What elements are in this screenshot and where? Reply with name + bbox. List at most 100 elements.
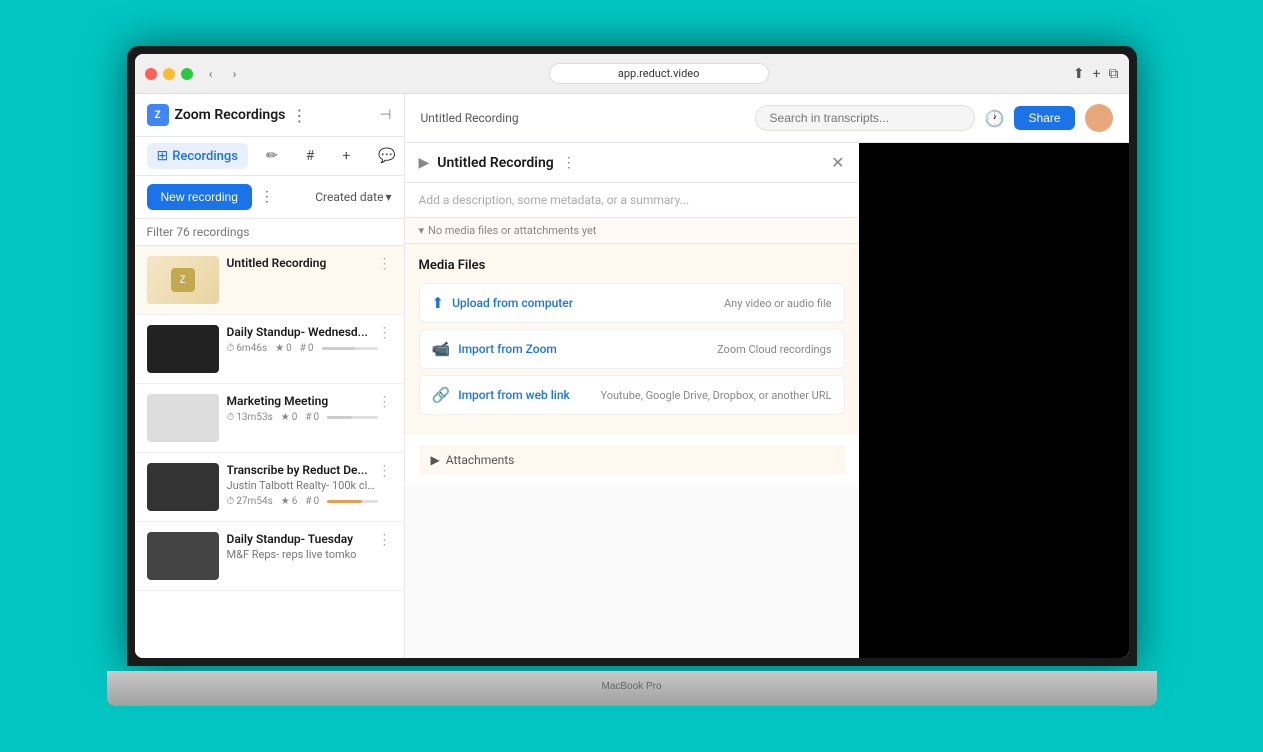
link-icon: 🔗 bbox=[432, 386, 451, 404]
list-item[interactable]: Daily Standup- Wednesd... ⏱ 6m46s ★ 0 # … bbox=[135, 315, 404, 384]
list-item[interactable]: Daily Standup- Tuesday M&F Reps- reps li… bbox=[135, 522, 404, 591]
upload-label: Upload from computer bbox=[452, 296, 573, 310]
forward-button[interactable]: › bbox=[225, 64, 245, 84]
recording-meta: ⏱ 27m54s ★ 6 # 0 bbox=[227, 496, 378, 507]
add-tab-icon: + bbox=[342, 148, 350, 164]
avatar[interactable] bbox=[1085, 104, 1113, 132]
recording-menu-button[interactable]: ⋮ bbox=[378, 325, 392, 341]
main-header: Untitled Recording 🕐 Share bbox=[405, 94, 1129, 143]
tags-label: # 0 bbox=[305, 496, 319, 507]
tab-edit[interactable]: ✏ bbox=[256, 143, 288, 169]
upload-icon: ⬆ bbox=[432, 294, 445, 312]
upload-option-left: ⬆ Upload from computer bbox=[432, 294, 573, 312]
recording-detail: ▶ Untitled Recording ⋮ ✕ Add a descripti… bbox=[405, 143, 859, 658]
zoom-option-left: 📹 Import from Zoom bbox=[432, 340, 557, 358]
recording-name: Transcribe by Reduct De... bbox=[227, 463, 378, 477]
recording-play-icon: ▶ bbox=[419, 155, 430, 171]
sidebar-nav: ⊞ Recordings ✏ # + 💬 bbox=[135, 137, 404, 176]
recording-menu-button[interactable]: ⋮ bbox=[378, 394, 392, 410]
recording-menu-button[interactable]: ⋮ bbox=[378, 463, 392, 479]
sidebar-title: Zoom Recordings bbox=[175, 107, 286, 123]
history-icon[interactable]: 🕐 bbox=[985, 109, 1005, 128]
sidebar-collapse-icon[interactable]: ⊣ bbox=[379, 107, 391, 123]
recordings-tab-icon: ⊞ bbox=[157, 148, 169, 164]
recording-menu-button[interactable]: ⋮ bbox=[378, 532, 392, 548]
media-files-title: Media Files bbox=[419, 258, 845, 273]
header-right: 🕐 Share bbox=[755, 104, 1113, 132]
duration-label: ⏱ 6m46s bbox=[227, 343, 268, 354]
detail-close-button[interactable]: ✕ bbox=[831, 153, 844, 172]
video-panel bbox=[859, 143, 1129, 658]
duration-label: ⏱ 27m54s bbox=[227, 496, 273, 507]
recording-name: Untitled Recording bbox=[227, 256, 378, 270]
filter-count-label: Filter 76 recordings bbox=[147, 225, 250, 239]
toolbar-menu-button[interactable]: ⋮ bbox=[260, 189, 274, 205]
recording-thumbnail bbox=[147, 463, 219, 511]
attachments-toggle[interactable]: ▶ Attachments bbox=[431, 453, 833, 467]
recording-menu-button[interactable]: ⋮ bbox=[378, 256, 392, 272]
stars-label: ★ 0 bbox=[281, 412, 298, 423]
recording-thumbnail: Z bbox=[147, 256, 219, 304]
recording-meta: ⏱ 13m53s ★ 0 # 0 bbox=[227, 412, 378, 423]
import-from-zoom-option[interactable]: 📹 Import from Zoom Zoom Cloud recordings bbox=[419, 329, 845, 369]
description-area[interactable]: Add a description, some metadata, or a s… bbox=[405, 183, 859, 218]
tags-label: # 0 bbox=[300, 343, 314, 354]
sidebar-toolbar: New recording ⋮ Created date ▾ bbox=[135, 176, 404, 219]
tab-recordings[interactable]: ⊞ Recordings bbox=[147, 143, 248, 169]
thumb-logo-icon: Z bbox=[171, 268, 195, 292]
progress-bar bbox=[327, 500, 377, 503]
attachments-section: ▶ Attachments bbox=[419, 445, 845, 475]
recording-thumbnail bbox=[147, 532, 219, 580]
minimize-window-btn[interactable] bbox=[163, 68, 175, 80]
attachments-label: Attachments bbox=[446, 453, 515, 467]
tab-chat[interactable]: 💬 bbox=[368, 143, 405, 169]
tab-tags[interactable]: # bbox=[296, 143, 325, 169]
recording-info: Transcribe by Reduct De... Justin Talbot… bbox=[227, 463, 378, 507]
main-content: Untitled Recording 🕐 Share bbox=[405, 94, 1129, 658]
tags-label: # 0 bbox=[305, 412, 319, 423]
progress-bar bbox=[327, 416, 377, 419]
back-button[interactable]: ‹ bbox=[201, 64, 221, 84]
recordings-list: Z Untitled Recording ⋮ D bbox=[135, 246, 404, 658]
maximize-window-btn[interactable] bbox=[181, 68, 193, 80]
browser-url-bar[interactable]: app.reduct.video bbox=[253, 63, 1065, 84]
upload-from-computer-option[interactable]: ⬆ Upload from computer Any video or audi… bbox=[419, 283, 845, 323]
tab-add[interactable]: + bbox=[332, 143, 360, 169]
close-window-btn[interactable] bbox=[145, 68, 157, 80]
no-media-text: No media files or attatchments yet bbox=[428, 224, 596, 237]
weblink-desc: Youtube, Google Drive, Dropbox, or anoth… bbox=[600, 389, 831, 402]
list-item[interactable]: Transcribe by Reduct De... Justin Talbot… bbox=[135, 453, 404, 522]
description-placeholder: Add a description, some metadata, or a s… bbox=[419, 193, 690, 207]
recording-info: Daily Standup- Wednesd... ⏱ 6m46s ★ 0 # … bbox=[227, 325, 378, 354]
detail-menu-button[interactable]: ⋮ bbox=[562, 155, 576, 171]
app-container: Z Zoom Recordings ⋮ ⊣ ⊞ Recordings bbox=[135, 94, 1129, 658]
import-from-weblink-option[interactable]: 🔗 Import from web link Youtube, Google D… bbox=[419, 375, 845, 415]
recording-subtitle: M&F Reps- reps live tomko bbox=[227, 548, 378, 561]
recording-info: Marketing Meeting ⏱ 13m53s ★ 0 # 0 bbox=[227, 394, 378, 423]
browser-share-icon[interactable]: ⬆ bbox=[1073, 66, 1085, 82]
chat-tab-icon: 💬 bbox=[378, 148, 395, 164]
main-panel: ▶ Untitled Recording ⋮ ✕ Add a descripti… bbox=[405, 143, 1129, 658]
sidebar-menu-button[interactable]: ⋮ bbox=[291, 106, 307, 125]
attachments-chevron-icon: ▶ bbox=[431, 453, 440, 467]
browser-add-tab-icon[interactable]: + bbox=[1093, 66, 1101, 82]
recording-info: Untitled Recording bbox=[227, 256, 378, 270]
app-logo: Z bbox=[147, 104, 169, 126]
no-media-icon: ▾ bbox=[419, 224, 425, 237]
list-item[interactable]: Z Untitled Recording ⋮ bbox=[135, 246, 404, 315]
new-recording-button[interactable]: New recording bbox=[147, 184, 252, 210]
recording-subtitle: Justin Talbott Realty- 100k club with Ro… bbox=[227, 479, 378, 492]
url-display: app.reduct.video bbox=[549, 63, 769, 84]
sort-selector[interactable]: Created date ▾ bbox=[315, 190, 391, 204]
share-button[interactable]: Share bbox=[1014, 106, 1074, 130]
recording-thumbnail bbox=[147, 325, 219, 373]
duration-label: ⏱ 13m53s bbox=[227, 412, 273, 423]
recording-meta: ⏱ 6m46s ★ 0 # 0 bbox=[227, 343, 378, 354]
search-input[interactable] bbox=[755, 105, 975, 131]
browser-tabs-icon[interactable]: ⧉ bbox=[1109, 66, 1119, 82]
list-item[interactable]: Marketing Meeting ⏱ 13m53s ★ 0 # 0 ⋮ bbox=[135, 384, 404, 453]
filter-bar: Filter 76 recordings bbox=[135, 219, 404, 246]
recording-info: Daily Standup- Tuesday M&F Reps- reps li… bbox=[227, 532, 378, 561]
detail-header: ▶ Untitled Recording ⋮ ✕ bbox=[405, 143, 859, 183]
recording-name: Daily Standup- Wednesd... bbox=[227, 325, 378, 339]
